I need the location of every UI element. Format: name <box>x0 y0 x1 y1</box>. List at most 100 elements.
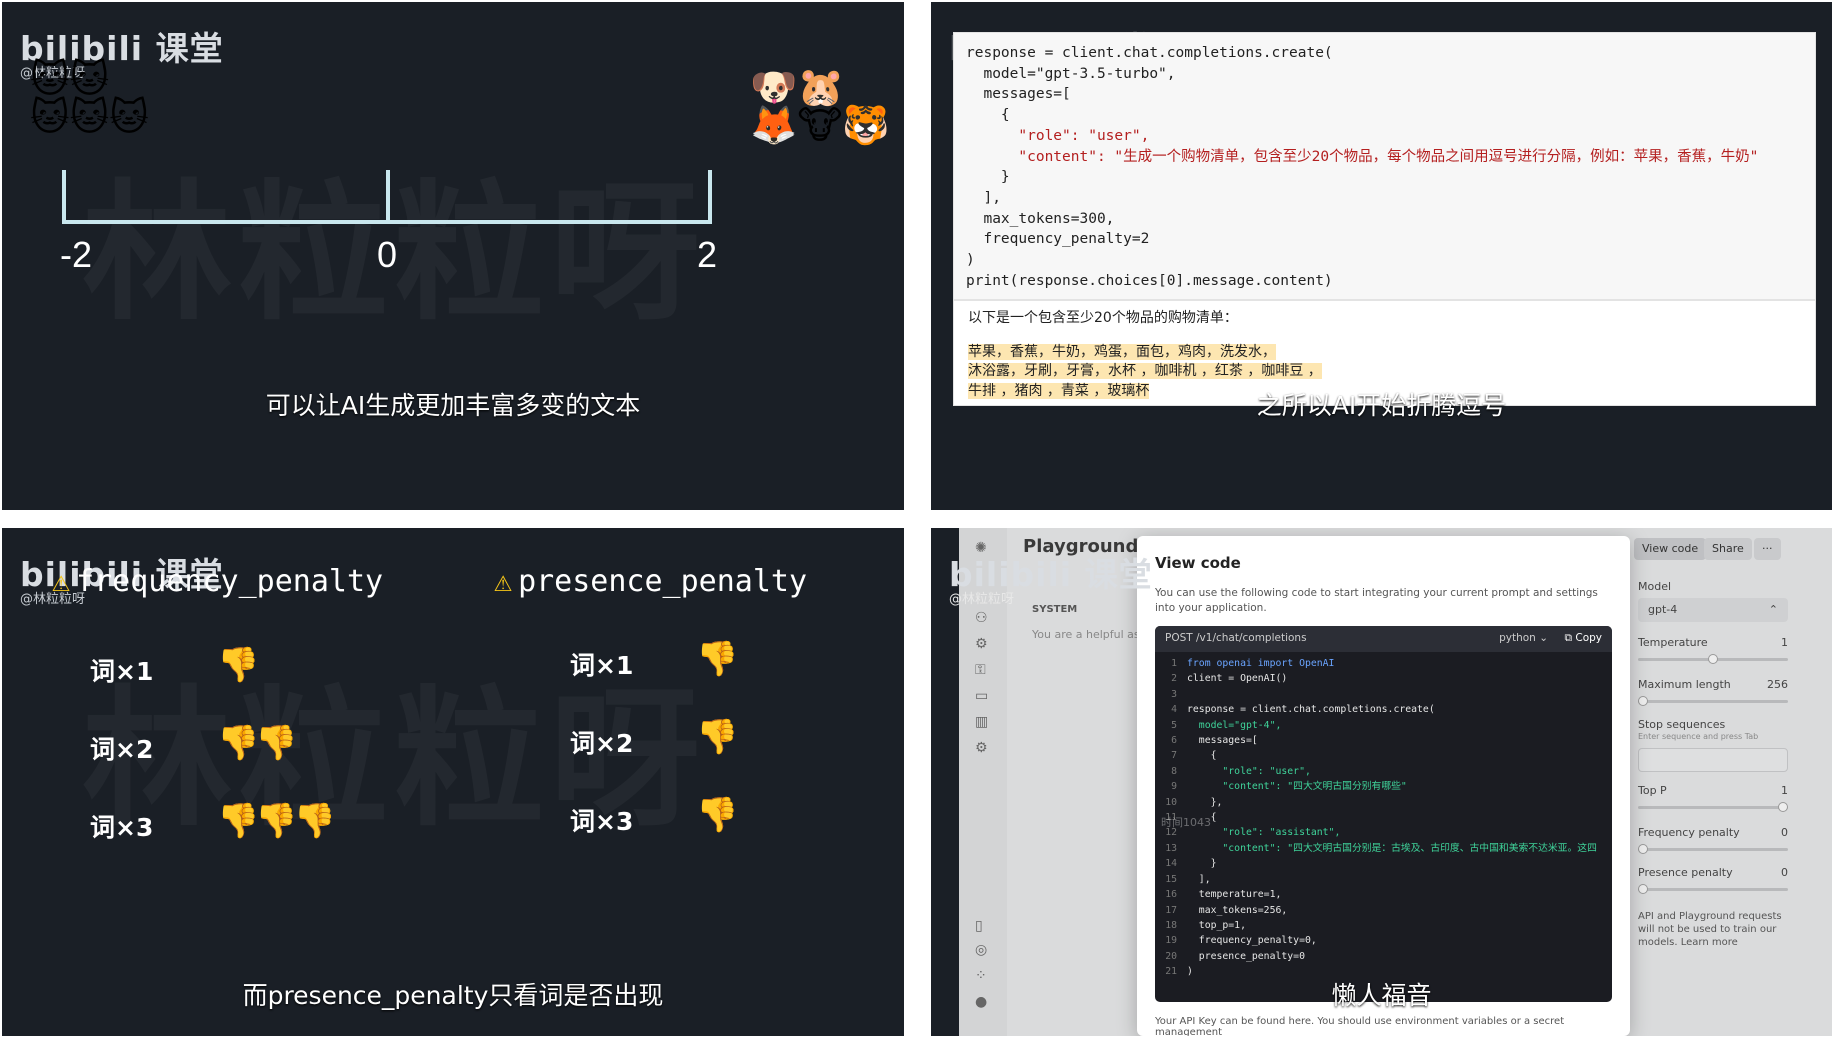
line-number: 6 <box>1171 735 1177 747</box>
code-line: 4 response = client.chat.completions.crea… <box>1155 702 1597 717</box>
slider-knob[interactable] <box>1778 802 1788 812</box>
model-select[interactable]: gpt-4 ⌃ <box>1638 598 1788 622</box>
max-length-slider[interactable] <box>1638 696 1788 706</box>
animal-emoji-group: 🐶🐹 🦊🐮🐯 <box>750 65 890 147</box>
top-p-slider[interactable] <box>1638 802 1788 812</box>
code-text: } <box>1187 858 1217 870</box>
chevron-down-icon: ⌃ <box>1768 603 1778 616</box>
thumbs-down-icon: 👎 <box>696 795 738 835</box>
language-select[interactable]: python ⌄ <box>1499 632 1548 644</box>
code-text: max_tokens=256, <box>1187 904 1288 916</box>
help-icon[interactable]: ◎ <box>975 942 987 958</box>
word-count-label: 词×1 <box>90 657 154 686</box>
line-number: 15 <box>1165 873 1177 885</box>
code-line: 14 } <box>1155 856 1597 871</box>
docs-icon[interactable]: ▯ <box>975 918 983 934</box>
thumbs-down-icon-group: 👎👎👎 <box>217 801 336 841</box>
code-line: 20 presence_penalty=0 <box>1155 949 1597 964</box>
line-number: 7 <box>1171 750 1177 762</box>
slider-knob[interactable] <box>1638 844 1648 854</box>
stop-sequences-hint: Enter sequence and press Tab <box>1638 732 1759 741</box>
code-text: "role": "user", <box>1187 765 1311 777</box>
assistants-nav-icon[interactable]: ⚙ <box>975 636 988 652</box>
max-length-label: Maximum length <box>1638 678 1731 691</box>
model-label: Model <box>1638 580 1672 593</box>
code-line: 3 <box>1155 687 1597 702</box>
more-button[interactable]: ··· <box>1754 538 1781 560</box>
thumbs-down-icon: 👎 <box>696 717 738 757</box>
stop-sequences-input[interactable] <box>1638 748 1788 772</box>
copy-button[interactable]: ⧉ Copy <box>1565 632 1602 645</box>
code-line: 6 messages=[ <box>1155 733 1597 748</box>
panel-penalty-scale: 林粒粒呀 bilibili 课堂 @林粒粒呀 🐱🐱🐱🐱🐱 🐶🐹🦊🐮🐯 -2 0 … <box>2 2 904 510</box>
line-number: 3 <box>1171 688 1177 700</box>
subtitle: 懒人福音 <box>1331 981 1432 1010</box>
view-code-button[interactable]: View code <box>1634 538 1707 560</box>
frequency-penalty-label: Frequency penalty <box>1638 826 1740 839</box>
code-text: messages=[ <box>1187 735 1258 747</box>
cat-emoji-group: 🐱🐱 🐱🐱🐱 <box>30 57 149 139</box>
code-line: 16 temperature=1, <box>1155 887 1597 902</box>
code-text: ], <box>1187 873 1211 885</box>
system-prompt-input[interactable]: You are a helpful as <box>1032 628 1140 641</box>
code-line: 5 model="gpt-4", <box>1155 718 1597 733</box>
line-number: 5 <box>1171 719 1177 731</box>
line-number: 14 <box>1165 858 1177 870</box>
code-line: 10 }, <box>1155 795 1597 810</box>
code-line: 12 "role": "assistant", <box>1155 825 1597 840</box>
code-text: temperature=1, <box>1187 889 1282 901</box>
output-line: 沐浴露，牙刷，牙膏，水杯 ，咖啡机 ，红茶 ，咖啡豆 ， <box>968 363 1322 379</box>
frequency-penalty-slider[interactable] <box>1638 844 1788 854</box>
slider-knob[interactable] <box>1638 884 1648 894</box>
modal-description: You can use the following code to start … <box>1155 587 1598 614</box>
usage-icon[interactable]: ▥ <box>975 714 988 730</box>
privacy-note: API and Playground requests will not be … <box>1638 911 1782 948</box>
line-number: 18 <box>1165 919 1177 931</box>
line-number: 8 <box>1171 765 1177 777</box>
line-number: 1 <box>1171 658 1177 669</box>
code-line: 9 "content": "四大文明古国分别有哪些" <box>1155 779 1597 794</box>
scale-tick-center <box>386 170 390 224</box>
share-button[interactable]: Share <box>1704 538 1752 560</box>
scale-label-left: -2 <box>60 234 93 275</box>
subtitle: 之所以AI开始折腾逗号 <box>1256 391 1507 420</box>
code-line: 1 from openai import OpenAI <box>1155 656 1597 671</box>
word-count-label: 词×2 <box>570 729 634 758</box>
code-text: from openai import OpenAI <box>1187 658 1335 669</box>
max-length-value: 256 <box>1767 678 1788 691</box>
presence-penalty-value: 0 <box>1781 866 1788 879</box>
code-panel: POST /v1/chat/completions python ⌄ ⧉ Cop… <box>1155 626 1612 1002</box>
code-panel-header: POST /v1/chat/completions python ⌄ ⧉ Cop… <box>1155 626 1612 652</box>
temperature-slider[interactable] <box>1638 654 1788 664</box>
temperature-label: Temperature <box>1638 636 1708 649</box>
code-line: 2 client = OpenAI() <box>1155 671 1597 686</box>
slider-knob[interactable] <box>1708 654 1718 664</box>
stop-sequences-label: Stop sequences <box>1638 718 1726 731</box>
word-count-label: 词×1 <box>570 651 634 680</box>
presence-penalty-slider[interactable] <box>1638 884 1788 894</box>
copy-icon: ⧉ <box>1564 632 1573 644</box>
output-heading: 以下是一个包含至少20个物品的购物清单： <box>968 310 1238 326</box>
line-number: 10 <box>1165 796 1177 808</box>
folder-icon[interactable]: ▭ <box>975 688 988 704</box>
system-label: SYSTEM <box>1032 604 1078 615</box>
code-text: client = OpenAI() <box>1187 673 1288 685</box>
settings-icon[interactable]: ⚙ <box>975 740 988 756</box>
code-text: response = client.chat.completions.creat… <box>1187 704 1435 716</box>
code-line: 13 "content": "四大文明古国分别是：古埃及、古印度、古中国和美索不… <box>1155 841 1597 856</box>
scale-tick-right <box>708 170 712 224</box>
panel-penalty-compare: 林粒粒呀 bilibili 课堂 @林粒粒呀 ⚠frequency_penalt… <box>2 528 904 1036</box>
lock-icon[interactable]: ⚿ <box>975 662 986 678</box>
word-count-label: 词×2 <box>90 735 154 764</box>
thumbs-down-icon-group: 👎👎 <box>217 723 298 763</box>
frequency-penalty-title: ⚠ frequency_penalty <box>52 564 384 599</box>
thumbs-down-icon: 👎 <box>696 639 738 679</box>
code-text: top_p=1, <box>1187 919 1246 931</box>
scale-tick-left <box>62 170 66 224</box>
api-key-note: Your API Key can be found here. You shou… <box>1155 1016 1565 1036</box>
panel-code-output: bilibili 课堂 response = client.chat.compl… <box>931 2 1832 510</box>
slider-knob[interactable] <box>1638 696 1648 706</box>
playground-nav-icon[interactable]: ⚇ <box>975 610 988 626</box>
output-line: 苹果，香蕉，牛奶，鸡蛋，面包，鸡肉，洗发水， <box>968 343 1276 360</box>
line-number: 20 <box>1165 950 1177 962</box>
